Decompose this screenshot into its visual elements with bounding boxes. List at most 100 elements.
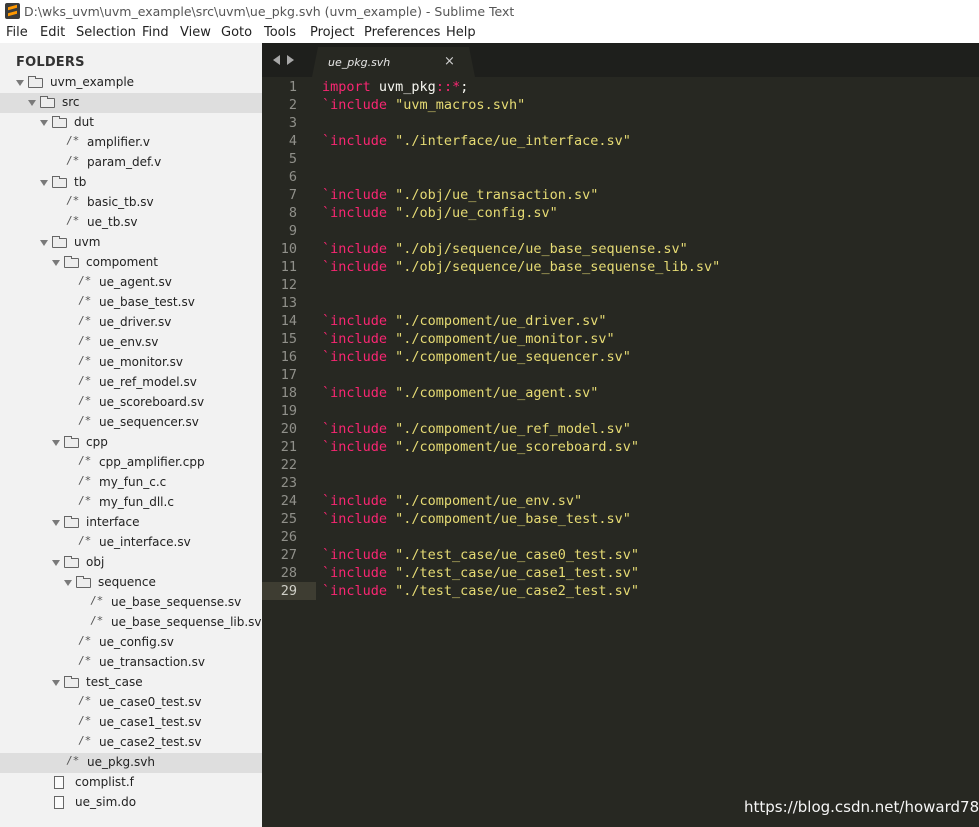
menu-file[interactable]: File <box>6 25 28 40</box>
tree-label: ue_env.sv <box>99 335 159 349</box>
tree-file[interactable]: /* amplifier.v <box>0 133 262 153</box>
tree-file[interactable]: /* ue_base_sequense_lib.sv <box>0 613 262 633</box>
code-line[interactable]: 11 `include "./obj/sequence/ue_base_seque… <box>262 258 979 276</box>
code-line[interactable]: 5 <box>262 150 979 168</box>
chevron-down-icon[interactable] <box>40 120 48 126</box>
tree-file[interactable]: /* ue_ref_model.sv <box>0 373 262 393</box>
close-icon[interactable]: × <box>444 54 455 69</box>
tree-file[interactable]: /* ue_base_test.sv <box>0 293 262 313</box>
tree-file[interactable]: /* ue_transaction.sv <box>0 653 262 673</box>
tree-folder[interactable]: src <box>0 93 262 113</box>
menu-find[interactable]: Find <box>142 25 169 40</box>
code-line[interactable]: 15 `include "./compoment/ue_monitor.sv" <box>262 330 979 348</box>
tree-file[interactable]: /* ue_case1_test.sv <box>0 713 262 733</box>
tree-folder[interactable]: dut <box>0 113 262 133</box>
tree-file[interactable]: /* ue_agent.sv <box>0 273 262 293</box>
tree-file[interactable]: /* ue_driver.sv <box>0 313 262 333</box>
line-number: 1 <box>288 79 297 95</box>
code-line[interactable]: 1 import uvm_pkg::*; <box>262 78 979 96</box>
tree-folder[interactable]: uvm <box>0 233 262 253</box>
code-line[interactable]: 2 `include "uvm_macros.svh" <box>262 96 979 114</box>
tree-file[interactable]: /* my_fun_c.c <box>0 473 262 493</box>
chevron-down-icon[interactable] <box>40 240 48 246</box>
chevron-down-icon[interactable] <box>52 260 60 266</box>
tree-folder[interactable]: compoment <box>0 253 262 273</box>
tree-folder[interactable]: obj <box>0 553 262 573</box>
chevron-down-icon[interactable] <box>16 80 24 86</box>
tree-label: ue_pkg.svh <box>87 755 155 769</box>
code-line[interactable]: 8 `include "./obj/ue_config.sv" <box>262 204 979 222</box>
tree-folder[interactable]: test_case <box>0 673 262 693</box>
tree-file[interactable]: /* cpp_amplifier.cpp <box>0 453 262 473</box>
tree-file[interactable]: /* ue_case0_test.sv <box>0 693 262 713</box>
code-line[interactable]: 21 `include "./compoment/ue_scoreboard.sv… <box>262 438 979 456</box>
tree-file[interactable]: complist.f <box>0 773 262 793</box>
chevron-down-icon[interactable] <box>28 100 36 106</box>
tab-scroll-right-icon[interactable] <box>287 55 294 65</box>
code-line[interactable]: 9 <box>262 222 979 240</box>
menu-help[interactable]: Help <box>446 25 476 40</box>
tree-file[interactable]: /* ue_env.sv <box>0 333 262 353</box>
menu-edit[interactable]: Edit <box>40 25 65 40</box>
tree-file[interactable]: /* ue_scoreboard.sv <box>0 393 262 413</box>
menu-goto[interactable]: Goto <box>221 25 252 40</box>
code-line[interactable]: 14 `include "./compoment/ue_driver.sv" <box>262 312 979 330</box>
line-number: 17 <box>280 367 297 383</box>
folder-open-icon <box>64 676 79 688</box>
code-line[interactable]: 13 <box>262 294 979 312</box>
menu-selection[interactable]: Selection <box>76 25 136 40</box>
menu-project[interactable]: Project <box>310 25 354 40</box>
chevron-down-icon[interactable] <box>64 580 72 586</box>
tree-file[interactable]: /* my_fun_dll.c <box>0 493 262 513</box>
chevron-down-icon[interactable] <box>52 520 60 526</box>
code-line[interactable]: 18 `include "./compoment/ue_agent.sv" <box>262 384 979 402</box>
tree-folder[interactable]: tb <box>0 173 262 193</box>
tab-ue-pkg[interactable]: ue_pkg.svh × <box>312 47 475 77</box>
code-line[interactable]: 23 <box>262 474 979 492</box>
code-line[interactable]: 6 <box>262 168 979 186</box>
menu-preferences[interactable]: Preferences <box>364 25 440 40</box>
code-line[interactable]: 22 <box>262 456 979 474</box>
code-line[interactable]: 7 `include "./obj/ue_transaction.sv" <box>262 186 979 204</box>
line-number: 23 <box>280 475 297 491</box>
code-line[interactable]: 17 <box>262 366 979 384</box>
tree-file[interactable]: /* ue_case2_test.sv <box>0 733 262 753</box>
tree-folder[interactable]: interface <box>0 513 262 533</box>
tree-file[interactable]: /* ue_interface.sv <box>0 533 262 553</box>
tree-file[interactable]: /* param_def.v <box>0 153 262 173</box>
tree-file[interactable]: ue_sim.do <box>0 793 262 813</box>
chevron-down-icon[interactable] <box>52 560 60 566</box>
code-line[interactable]: 29 `include "./test_case/ue_case2_test.sv… <box>262 582 979 600</box>
tree-folder[interactable]: sequence <box>0 573 262 593</box>
code-line[interactable]: 27 `include "./test_case/ue_case0_test.sv… <box>262 546 979 564</box>
code-line[interactable]: 28 `include "./test_case/ue_case1_test.sv… <box>262 564 979 582</box>
code-text: `include "uvm_macros.svh" <box>322 97 525 113</box>
menu-view[interactable]: View <box>180 25 211 40</box>
tree-folder[interactable]: cpp <box>0 433 262 453</box>
string-token: "./obj/sequence/ue_base_sequense.sv" <box>387 241 688 257</box>
tree-file[interactable]: /* ue_pkg.svh <box>0 753 262 773</box>
code-line[interactable]: 20 `include "./compoment/ue_ref_model.sv" <box>262 420 979 438</box>
tree-file[interactable]: /* ue_base_sequense.sv <box>0 593 262 613</box>
tree-folder[interactable]: uvm_example <box>0 73 262 93</box>
tree-file[interactable]: /* ue_tb.sv <box>0 213 262 233</box>
code-line[interactable]: 25 `include "./compoment/ue_base_test.sv" <box>262 510 979 528</box>
code-line[interactable]: 3 <box>262 114 979 132</box>
code-line[interactable]: 19 <box>262 402 979 420</box>
code-line[interactable]: 24 `include "./compoment/ue_env.sv" <box>262 492 979 510</box>
code-area[interactable]: 1 import uvm_pkg::*; 2 `include "uvm_macros… <box>262 77 979 827</box>
code-line[interactable]: 26 <box>262 528 979 546</box>
tree-file[interactable]: /* ue_sequencer.sv <box>0 413 262 433</box>
tree-file[interactable]: /* ue_monitor.sv <box>0 353 262 373</box>
tree-file[interactable]: /* basic_tb.sv <box>0 193 262 213</box>
chevron-down-icon[interactable] <box>52 680 60 686</box>
code-line[interactable]: 12 <box>262 276 979 294</box>
menu-tools[interactable]: Tools <box>264 25 296 40</box>
tree-file[interactable]: /* ue_config.sv <box>0 633 262 653</box>
tab-scroll-left-icon[interactable] <box>273 55 280 65</box>
code-line[interactable]: 10 `include "./obj/sequence/ue_base_seque… <box>262 240 979 258</box>
code-line[interactable]: 4 `include "./interface/ue_interface.sv" <box>262 132 979 150</box>
chevron-down-icon[interactable] <box>52 440 60 446</box>
chevron-down-icon[interactable] <box>40 180 48 186</box>
code-line[interactable]: 16 `include "./compoment/ue_sequencer.sv" <box>262 348 979 366</box>
